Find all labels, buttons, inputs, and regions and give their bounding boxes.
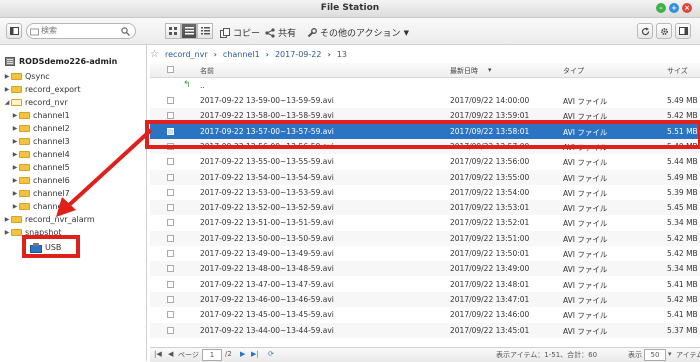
annotation-overlay [56,120,700,217]
selected-row-highlight-box [145,120,700,149]
annotation-arrow-line [66,128,153,208]
